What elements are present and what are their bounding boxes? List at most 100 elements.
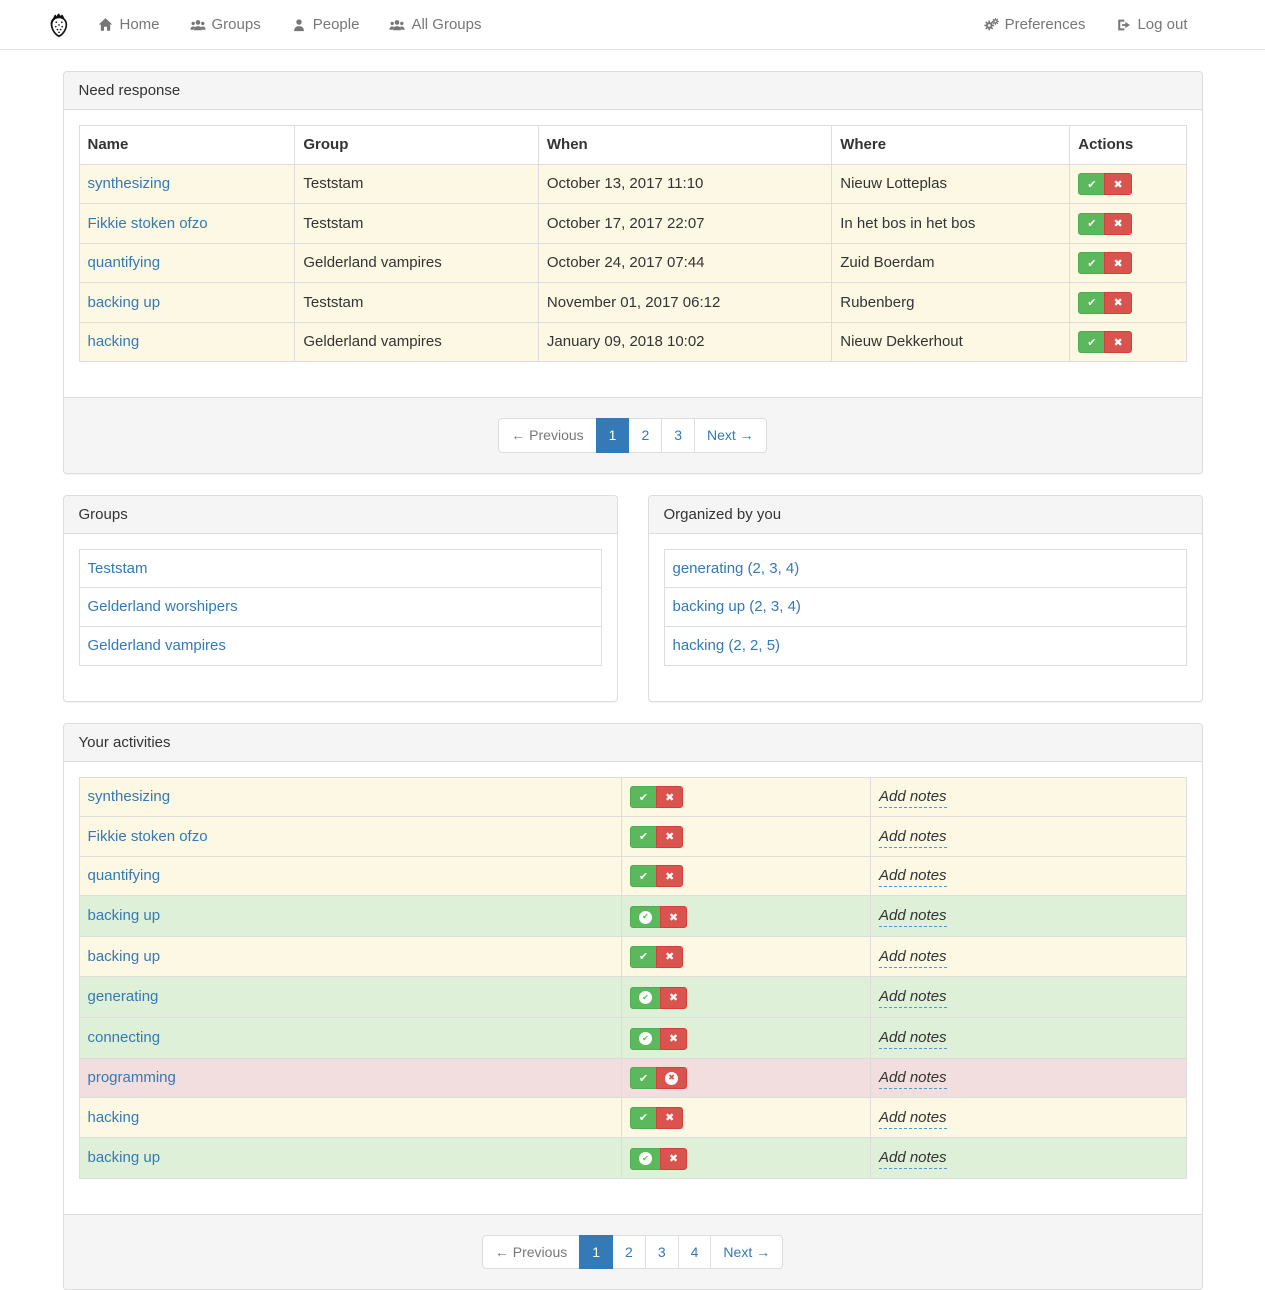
page-button[interactable]: 2 xyxy=(612,1235,646,1269)
activity-link[interactable]: backing up xyxy=(88,1149,161,1166)
page-button[interactable]: 4 xyxy=(678,1235,712,1269)
activity-link[interactable]: backing up xyxy=(88,907,161,924)
page-button[interactable]: 1 xyxy=(596,418,630,452)
activity-link[interactable]: quantifying xyxy=(88,867,161,884)
nav-item-people[interactable]: People xyxy=(276,0,375,49)
nav-item-home[interactable]: Home xyxy=(98,0,175,49)
notes-cell: Add notes xyxy=(870,1017,1186,1058)
pagination-next[interactable]: Next → xyxy=(710,1235,783,1269)
attend-button[interactable]: ✔ xyxy=(1078,173,1105,195)
activity-row: Fikkie stoken ofzo ✔ ✔ ✖ ✖ xyxy=(79,817,1186,857)
attend-button[interactable]: ✔ xyxy=(1078,213,1105,235)
times-icon: ✖ xyxy=(669,912,678,923)
check-icon: ✔ xyxy=(639,792,648,803)
activity-link[interactable]: connecting xyxy=(88,1029,161,1046)
page-button[interactable]: 3 xyxy=(645,1235,679,1269)
activity-link[interactable]: Fikkie stoken ofzo xyxy=(88,828,208,845)
attend-button[interactable]: ✔ ✔ xyxy=(630,1107,657,1129)
decline-button[interactable]: ✖ ✖ xyxy=(656,865,683,887)
pagination-next[interactable]: Next → xyxy=(694,418,767,452)
attend-button[interactable]: ✔ ✔ xyxy=(630,906,661,928)
table-row: backing up Teststam November 01, 2017 06… xyxy=(79,283,1186,323)
add-notes-link[interactable]: Add notes xyxy=(879,1029,947,1049)
name-cell: synthesizing xyxy=(79,164,295,204)
decline-button[interactable]: ✖ xyxy=(1104,331,1131,353)
organized-activity-link[interactable]: generating (2, 3, 4) xyxy=(673,560,800,577)
activities-table: synthesizing ✔ ✔ ✖ ✖ xyxy=(79,777,1187,1179)
add-notes-link[interactable]: Add notes xyxy=(879,1109,947,1129)
decline-button[interactable]: ✖ xyxy=(1104,173,1131,195)
when-cell: October 17, 2017 22:07 xyxy=(538,204,831,244)
brand-logo[interactable] xyxy=(48,12,70,38)
attend-button[interactable]: ✔ ✔ xyxy=(630,1148,661,1170)
attend-button[interactable]: ✔ xyxy=(1078,331,1105,353)
name-cell: hacking xyxy=(79,1098,621,1138)
pagination-prev[interactable]: ← Previous xyxy=(498,418,596,452)
notes-cell: Add notes xyxy=(870,777,1186,817)
attend-button[interactable]: ✔ ✔ xyxy=(630,1028,661,1050)
decline-button[interactable]: ✖ xyxy=(1104,252,1131,274)
attend-button[interactable]: ✔ ✔ xyxy=(630,786,657,808)
activity-link[interactable]: generating xyxy=(88,988,159,1005)
decline-button[interactable]: ✖ ✖ xyxy=(660,1148,687,1170)
organized-activity-link[interactable]: backing up (2, 3, 4) xyxy=(673,598,801,615)
nav-item-groups[interactable]: Groups xyxy=(175,0,276,49)
decline-button[interactable]: ✖ ✖ xyxy=(656,1107,683,1129)
attend-button[interactable]: ✔ ✔ xyxy=(630,865,657,887)
decline-button[interactable]: ✖ xyxy=(1104,213,1131,235)
times-icon: ✖ xyxy=(665,792,674,803)
add-notes-link[interactable]: Add notes xyxy=(879,1149,947,1169)
add-notes-link[interactable]: Add notes xyxy=(879,1069,947,1089)
group-link[interactable]: Gelderland worshipers xyxy=(88,598,238,615)
add-notes-link[interactable]: Add notes xyxy=(879,788,947,808)
nav-item-preferences[interactable]: Preferences xyxy=(968,0,1101,49)
decline-button[interactable]: ✖ ✖ xyxy=(660,1028,687,1050)
users-icon xyxy=(389,17,405,33)
decline-button[interactable]: ✖ ✖ xyxy=(656,786,683,808)
rsvp-button-group: ✔ ✔ ✖ ✖ xyxy=(630,1067,687,1089)
add-notes-link[interactable]: Add notes xyxy=(879,948,947,968)
activity-link[interactable]: backing up xyxy=(88,948,161,965)
attend-button[interactable]: ✔ ✔ xyxy=(630,946,657,968)
decline-button[interactable]: ✖ ✖ xyxy=(656,826,683,848)
activity-link[interactable]: hacking xyxy=(88,333,140,350)
nav-item-log-out[interactable]: Log out xyxy=(1100,0,1217,49)
activity-link[interactable]: Fikkie stoken ofzo xyxy=(88,215,208,232)
add-notes-link[interactable]: Add notes xyxy=(879,988,947,1008)
add-notes-link[interactable]: Add notes xyxy=(879,828,947,848)
check-icon: ✔ xyxy=(1087,297,1096,308)
groups-list: Teststam Gelderland worshipers Gelderlan… xyxy=(79,549,602,666)
pagination-prev[interactable]: ← Previous xyxy=(482,1235,580,1269)
organized-by-you-panel: Organized by you generating (2, 3, 4) ba… xyxy=(648,495,1203,702)
page-button[interactable]: 1 xyxy=(579,1235,613,1269)
attend-button[interactable]: ✔ xyxy=(1078,292,1105,314)
column-header-actions: Actions xyxy=(1070,126,1186,165)
attend-button[interactable]: ✔ xyxy=(1078,252,1105,274)
group-link[interactable]: Teststam xyxy=(88,560,148,577)
activity-link[interactable]: programming xyxy=(88,1069,176,1086)
organized-activity-link[interactable]: hacking (2, 2, 5) xyxy=(673,637,781,654)
nav-item-all-groups[interactable]: All Groups xyxy=(374,0,496,49)
times-icon: ✖ xyxy=(669,992,678,1003)
activity-link[interactable]: quantifying xyxy=(88,254,161,271)
attend-button[interactable]: ✔ ✔ xyxy=(630,1067,657,1089)
attend-button[interactable]: ✔ ✔ xyxy=(630,826,657,848)
page-button[interactable]: 3 xyxy=(661,418,695,452)
actions-cell: ✔ ✔ ✖ ✖ xyxy=(621,1098,870,1138)
notes-cell: Add notes xyxy=(870,817,1186,857)
activity-link[interactable]: synthesizing xyxy=(88,175,171,192)
decline-button[interactable]: ✖ ✖ xyxy=(656,946,683,968)
add-notes-link[interactable]: Add notes xyxy=(879,907,947,927)
decline-button[interactable]: ✖ ✖ xyxy=(656,1067,687,1089)
add-notes-link[interactable]: Add notes xyxy=(879,867,947,887)
page-button[interactable]: 2 xyxy=(628,418,662,452)
group-link[interactable]: Gelderland vampires xyxy=(88,637,226,654)
decline-button[interactable]: ✖ ✖ xyxy=(660,906,687,928)
activity-link[interactable]: backing up xyxy=(88,294,161,311)
decline-button[interactable]: ✖ ✖ xyxy=(660,987,687,1009)
activity-link[interactable]: synthesizing xyxy=(88,788,171,805)
decline-button[interactable]: ✖ xyxy=(1104,292,1131,314)
check-icon: ✔ xyxy=(1087,258,1096,269)
attend-button[interactable]: ✔ ✔ xyxy=(630,987,661,1009)
activity-link[interactable]: hacking xyxy=(88,1109,140,1126)
